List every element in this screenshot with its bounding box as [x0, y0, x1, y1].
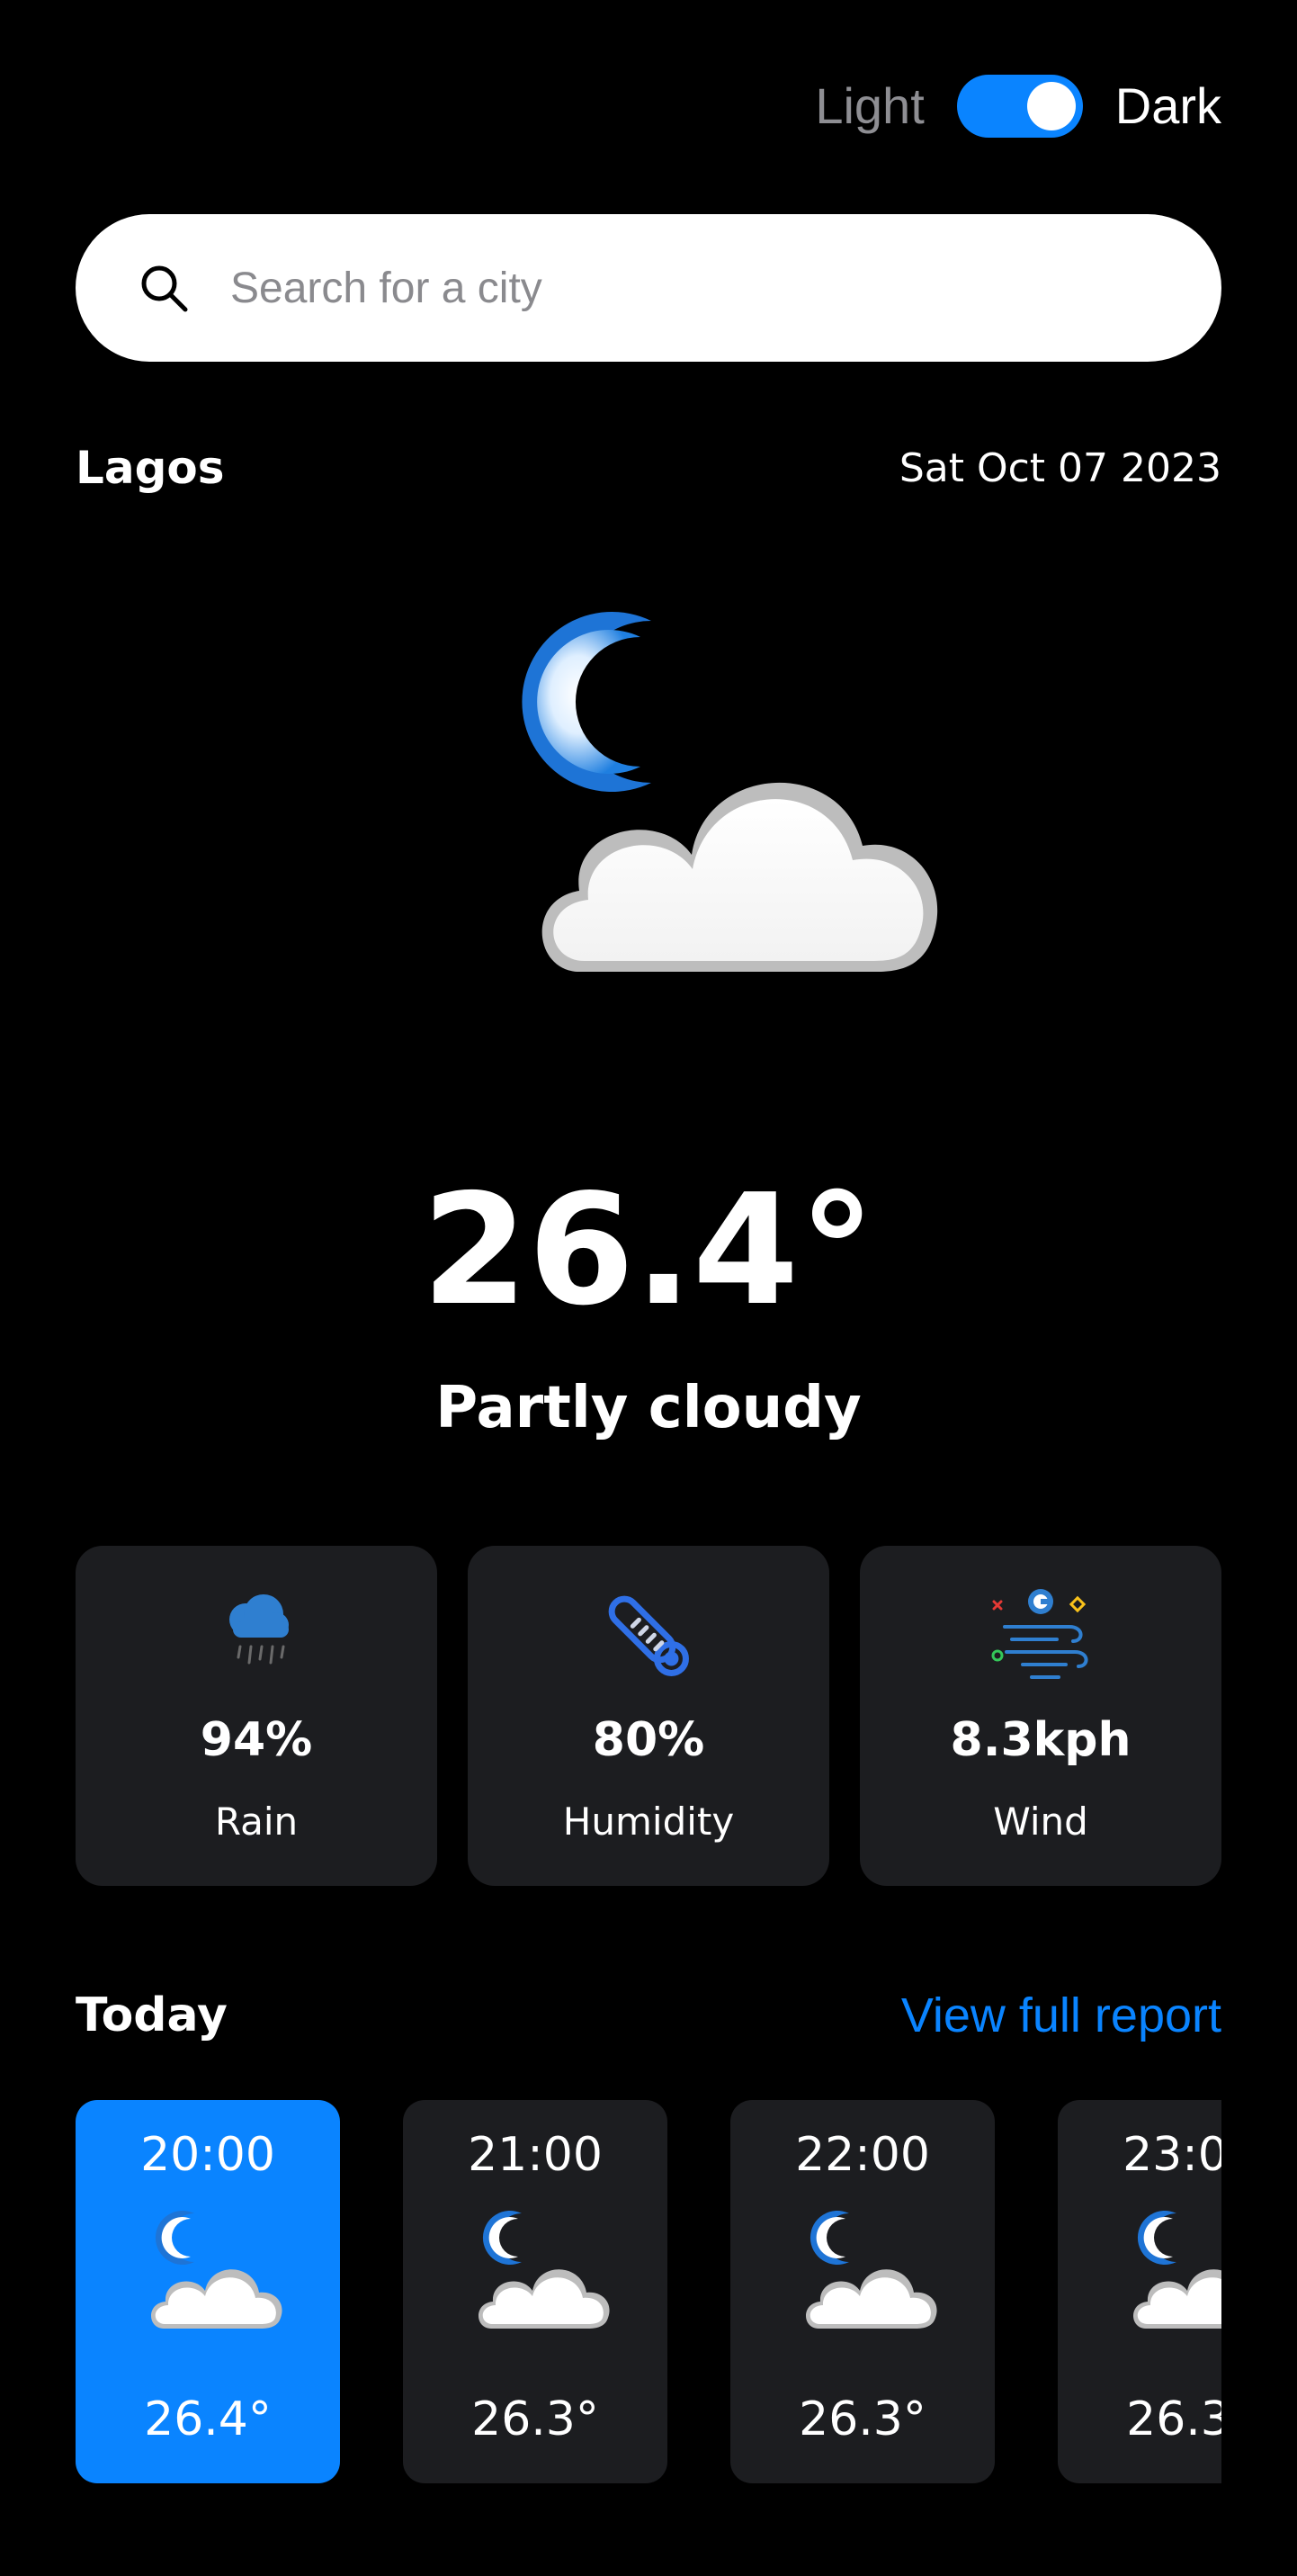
- night-partly-cloudy-icon: [151, 2211, 282, 2329]
- stats-row: 94% Rain 80% Humidity 8.3kph Wind: [76, 1546, 1221, 1886]
- hour-card[interactable]: 22:00 26.3°: [730, 2100, 995, 2483]
- wind-icon: [991, 1589, 1088, 1679]
- wind-label: Wind: [993, 1800, 1088, 1844]
- hour-card[interactable]: 21:00 26.3°: [403, 2100, 667, 2483]
- rain-label: Rain: [214, 1800, 299, 1844]
- hour-card[interactable]: 20:00 26.4°: [76, 2100, 340, 2483]
- theme-toggle-switch[interactable]: [956, 75, 1083, 138]
- theme-toggle-row: Light Dark: [815, 70, 1221, 142]
- today-header: Today View full report: [76, 1979, 1221, 2051]
- location-row: Lagos Sat Oct 07 2023: [76, 432, 1221, 504]
- rain-cloud-icon: [229, 1594, 289, 1665]
- hour-temp: 26.3°: [799, 2392, 926, 2446]
- toggle-knob: [1026, 82, 1076, 130]
- humidity-value: 80%: [592, 1713, 705, 1767]
- rain-value: 94%: [200, 1713, 313, 1767]
- hour-time: 20:00: [140, 2128, 275, 2182]
- hour-time: 21:00: [468, 2128, 603, 2182]
- search-icon: [141, 265, 188, 312]
- thermometer-icon: [608, 1595, 689, 1676]
- humidity-card: 80% Humidity: [468, 1546, 829, 1886]
- hour-temp: 26.3°: [1126, 2392, 1221, 2446]
- weather-app: Light Dark Lagos Sat Oct 07 2023: [76, 0, 1221, 2576]
- hour-temp: 26.3°: [471, 2392, 599, 2446]
- night-partly-cloudy-icon: [479, 2211, 610, 2329]
- search-input[interactable]: [230, 263, 1130, 313]
- humidity-label: Humidity: [562, 1800, 735, 1844]
- rain-card: 94% Rain: [76, 1546, 437, 1886]
- light-theme-label[interactable]: Light: [815, 70, 924, 142]
- hour-time: 22:00: [795, 2128, 930, 2182]
- current-temperature: 26.4°: [421, 1162, 876, 1340]
- hour-card[interactable]: 23:00 26.3°: [1058, 2100, 1221, 2483]
- night-partly-cloudy-icon: [1133, 2211, 1221, 2329]
- hourly-forecast[interactable]: 20:00 26.4° 21:00 26.3° 22:00 26.3° 23:0…: [76, 2100, 1221, 2483]
- view-full-report-link[interactable]: View full report: [901, 1988, 1221, 2043]
- today-title: Today: [76, 1988, 228, 2042]
- current-date: Sat Oct 07 2023: [899, 444, 1221, 491]
- dark-theme-label[interactable]: Dark: [1115, 70, 1221, 142]
- night-partly-cloudy-icon: [806, 2211, 937, 2329]
- wind-card: 8.3kph Wind: [860, 1546, 1221, 1886]
- current-condition: Partly cloudy: [435, 1375, 862, 1441]
- wind-value: 8.3kph: [950, 1713, 1132, 1767]
- hour-time: 23:00: [1123, 2128, 1221, 2182]
- city-name: Lagos: [76, 442, 225, 494]
- night-partly-cloudy-icon: [522, 612, 938, 972]
- search-bar[interactable]: [76, 214, 1221, 362]
- hour-temp: 26.4°: [144, 2392, 272, 2446]
